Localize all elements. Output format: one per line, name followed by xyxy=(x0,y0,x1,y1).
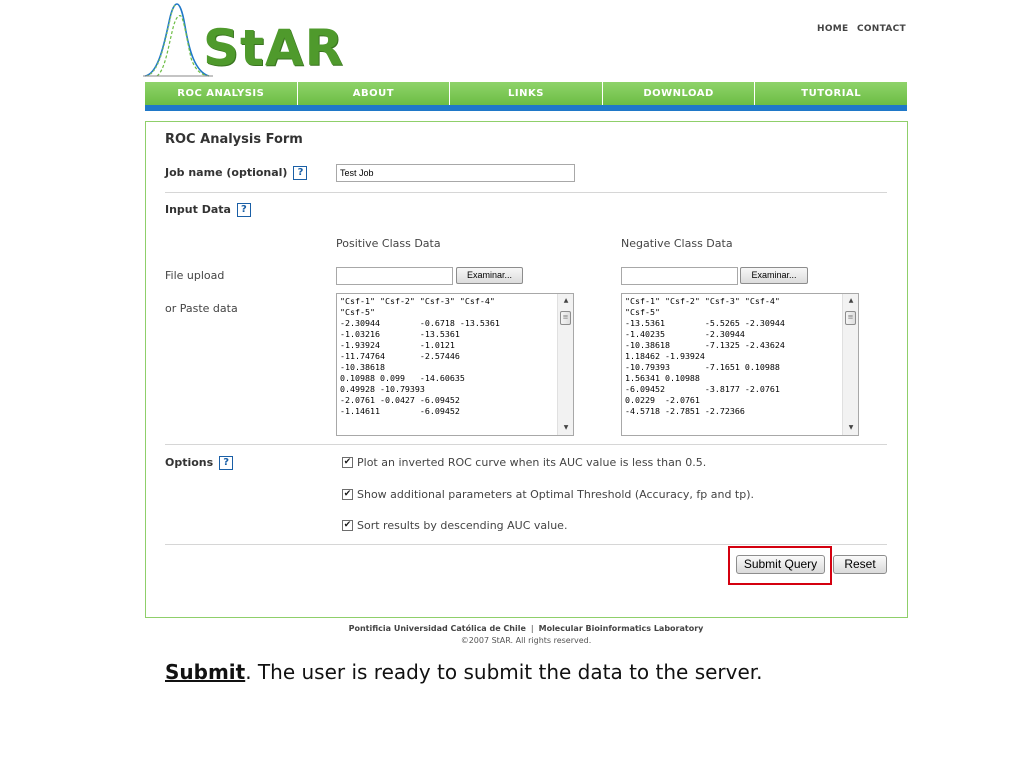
inverted-roc-checkbox[interactable]: ✔ xyxy=(342,457,353,468)
scroll-thumb[interactable]: ≡ xyxy=(560,311,571,325)
negative-scrollbar[interactable]: ▲ ≡ ▼ xyxy=(842,294,858,435)
top-links: HOME CONTACT xyxy=(812,24,906,34)
roc-form-panel: ROC Analysis Form Job name (optional)? T… xyxy=(145,121,908,618)
sort-auc-checkbox[interactable]: ✔ xyxy=(342,520,353,531)
footer-credits: Pontificia Universidad Católica de Chile… xyxy=(0,624,1024,633)
positive-browse-button[interactable]: Examinar... xyxy=(456,267,523,284)
job-name-row: Job name (optional)? xyxy=(165,166,308,180)
main-nav: ROC ANALYSIS ABOUT LINKS DOWNLOAD TUTORI… xyxy=(145,82,907,105)
nav-download[interactable]: DOWNLOAD xyxy=(603,82,756,105)
footer-university: Pontificia Universidad Católica de Chile xyxy=(348,624,526,633)
positive-scrollbar[interactable]: ▲ ≡ ▼ xyxy=(557,294,573,435)
footer-lab: Molecular Bioinformatics Laboratory xyxy=(538,624,704,633)
scroll-thumb[interactable]: ≡ xyxy=(845,311,856,325)
negative-class-header: Negative Class Data xyxy=(621,237,733,250)
divider xyxy=(165,192,887,193)
footer-separator: | xyxy=(530,624,534,633)
input-data-help-icon[interactable]: ? xyxy=(236,203,251,217)
options-row: Options? xyxy=(165,456,234,470)
optimal-threshold-label: Show additional parameters at Optimal Th… xyxy=(357,488,755,501)
nav-tutorial[interactable]: TUTORIAL xyxy=(755,82,907,105)
footer-copyright: ©2007 StAR. All rights reserved. xyxy=(460,636,592,645)
positive-file-input[interactable] xyxy=(336,267,453,285)
caption-bold: Submit xyxy=(165,660,246,684)
input-data-label: Input Data xyxy=(165,203,231,216)
scroll-down-icon[interactable]: ▼ xyxy=(843,421,858,435)
scroll-down-icon[interactable]: ▼ xyxy=(558,421,573,435)
option-inverted-roc[interactable]: ✔ Plot an inverted ROC curve when its AU… xyxy=(342,456,706,469)
job-name-help-icon[interactable]: ? xyxy=(293,166,308,180)
star-logo[interactable]: StAR xyxy=(143,0,363,80)
reset-button[interactable]: Reset xyxy=(833,555,887,574)
inverted-roc-label: Plot an inverted ROC curve when its AUC … xyxy=(357,456,707,469)
divider xyxy=(165,444,887,445)
positive-paste-textarea[interactable]: "Csf-1" "Csf-2" "Csf-3" "Csf-4" "Csf-5" … xyxy=(336,293,574,436)
logo-text: StAR xyxy=(203,19,345,77)
sort-auc-label: Sort results by descending AUC value. xyxy=(357,519,568,532)
positive-paste-content: "Csf-1" "Csf-2" "Csf-3" "Csf-4" "Csf-5" … xyxy=(340,296,500,416)
negative-paste-content: "Csf-1" "Csf-2" "Csf-3" "Csf-4" "Csf-5" … xyxy=(625,296,785,416)
options-label: Options xyxy=(165,456,214,469)
job-name-label: Job name (optional) xyxy=(165,166,288,179)
nav-about[interactable]: ABOUT xyxy=(298,82,451,105)
input-data-row: Input Data? xyxy=(165,203,251,217)
job-name-input[interactable]: Test Job xyxy=(336,164,575,182)
negative-file-input[interactable] xyxy=(621,267,738,285)
scroll-up-icon[interactable]: ▲ xyxy=(558,294,573,308)
nav-roc-analysis[interactable]: ROC ANALYSIS xyxy=(145,82,298,105)
divider xyxy=(165,544,887,545)
slide-caption: Submit. The user is ready to submit the … xyxy=(165,660,763,684)
nav-stripe xyxy=(145,105,907,111)
nav-links[interactable]: LINKS xyxy=(450,82,603,105)
caption-text: . The user is ready to submit the data t… xyxy=(245,660,763,684)
home-link[interactable]: HOME xyxy=(817,24,849,34)
positive-class-header: Positive Class Data xyxy=(336,237,441,250)
optimal-threshold-checkbox[interactable]: ✔ xyxy=(342,489,353,500)
options-help-icon[interactable]: ? xyxy=(219,456,234,470)
file-upload-label: File upload xyxy=(165,269,225,282)
paste-data-label: or Paste data xyxy=(165,302,238,315)
negative-paste-textarea[interactable]: "Csf-1" "Csf-2" "Csf-3" "Csf-4" "Csf-5" … xyxy=(621,293,859,436)
contact-link[interactable]: CONTACT xyxy=(857,24,906,34)
option-sort-auc[interactable]: ✔ Sort results by descending AUC value. xyxy=(342,519,567,532)
scroll-up-icon[interactable]: ▲ xyxy=(843,294,858,308)
form-title: ROC Analysis Form xyxy=(165,132,303,147)
option-optimal-threshold[interactable]: ✔ Show additional parameters at Optimal … xyxy=(342,488,754,501)
submit-query-button[interactable]: Submit Query xyxy=(736,555,825,574)
negative-browse-button[interactable]: Examinar... xyxy=(740,267,808,284)
